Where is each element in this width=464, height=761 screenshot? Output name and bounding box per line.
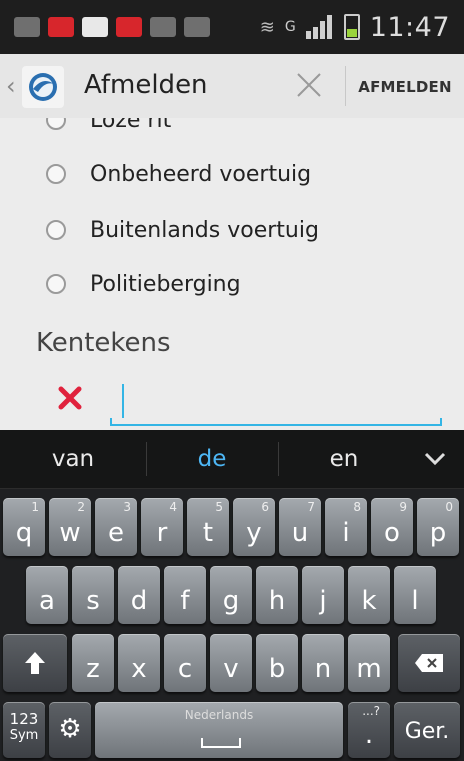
shift-key[interactable]: [3, 634, 67, 692]
option-label: Politieberging: [90, 271, 241, 297]
signal-icon: [305, 15, 334, 39]
key-d[interactable]: d: [118, 566, 160, 624]
key-v[interactable]: v: [210, 634, 252, 692]
status-bar: ≋ G 11:47: [0, 0, 464, 54]
key-q[interactable]: 1q: [3, 498, 45, 556]
key-p[interactable]: 0p: [417, 498, 459, 556]
suggestion-de[interactable]: de: [147, 430, 277, 488]
space-key[interactable]: Nederlands: [95, 702, 343, 758]
key-o[interactable]: 9o: [371, 498, 413, 556]
suggestion-bar: van de en: [0, 430, 464, 489]
keyboard-notification-icon: [14, 17, 40, 37]
action-divider: [345, 66, 346, 106]
page-title: Afmelden: [84, 70, 208, 100]
kentekens-label: Kentekens: [36, 328, 171, 358]
option-row[interactable]: Loze rit: [46, 118, 171, 140]
key-m[interactable]: m: [348, 634, 390, 692]
mail-notification-icon: [150, 17, 176, 37]
symbols-key[interactable]: 123 Sym: [3, 702, 45, 758]
clear-icon[interactable]: [56, 384, 84, 412]
option-row[interactable]: Buitenlands voertuig: [46, 210, 319, 250]
space-icon: [201, 738, 241, 748]
nfc-icon: ≋: [259, 16, 275, 38]
notification-icons: [14, 10, 210, 44]
battery-icon: [343, 14, 360, 40]
key-n[interactable]: n: [302, 634, 344, 692]
input-underline: [110, 424, 442, 426]
close-icon[interactable]: [290, 66, 328, 104]
back-caret-icon[interactable]: ‹: [6, 72, 16, 100]
input-underline-left: [110, 418, 112, 426]
settings-key[interactable]: ⚙: [49, 702, 91, 758]
text-cursor: [122, 384, 124, 418]
key-y[interactable]: 6y: [233, 498, 275, 556]
suggestion-van[interactable]: van: [0, 430, 146, 488]
shift-arrow-icon: [25, 652, 45, 674]
option-label: Onbeheerd voertuig: [90, 161, 312, 187]
key-c[interactable]: c: [164, 634, 206, 692]
calendar-notification-icon: [48, 17, 74, 37]
key-a[interactable]: a: [26, 566, 68, 624]
key-t[interactable]: 5t: [187, 498, 229, 556]
key-b[interactable]: b: [256, 634, 298, 692]
period-key[interactable]: ...? .: [348, 702, 390, 758]
key-x[interactable]: x: [118, 634, 160, 692]
backspace-icon: [415, 654, 443, 672]
option-row[interactable]: Politieberging: [46, 264, 241, 304]
radio-button[interactable]: [46, 274, 66, 294]
network-type-icon: G: [284, 19, 296, 35]
screen: ≋ G 11:47 ‹ Afmelden AFMELDEN Loze rit O…: [0, 0, 464, 761]
action-bar: ‹ Afmelden AFMELDEN: [0, 54, 464, 119]
key-e[interactable]: 3e: [95, 498, 137, 556]
collapse-suggestions-button[interactable]: [406, 430, 464, 488]
key-f[interactable]: f: [164, 566, 206, 624]
app-logo-icon[interactable]: [22, 66, 64, 108]
key-j[interactable]: j: [302, 566, 344, 624]
option-label: Buitenlands voertuig: [90, 217, 319, 243]
form-content: Loze rit Onbeheerd voertuig Buitenlands …: [0, 118, 464, 430]
key-z[interactable]: z: [72, 634, 114, 692]
key-s[interactable]: s: [72, 566, 114, 624]
key-k[interactable]: k: [348, 566, 390, 624]
soft-keyboard: van de en 1q 2w 3e 4r 5t 6y 7u 8i 9o 0p …: [0, 430, 464, 761]
key-h[interactable]: h: [256, 566, 298, 624]
suggestion-en[interactable]: en: [279, 430, 409, 488]
clock: 11:47: [369, 11, 450, 43]
enter-key[interactable]: Ger.: [394, 702, 460, 758]
chevron-down-icon: [424, 452, 446, 466]
option-label: Loze rit: [90, 118, 172, 133]
license-plate-input[interactable]: [110, 382, 442, 426]
afmelden-button[interactable]: AFMELDEN: [354, 78, 456, 96]
backspace-key[interactable]: [398, 634, 460, 692]
input-underline-right: [440, 418, 442, 426]
key-u[interactable]: 7u: [279, 498, 321, 556]
image-notification-icon: [82, 17, 108, 37]
key-i[interactable]: 8i: [325, 498, 367, 556]
status-right: ≋ G 11:47: [260, 10, 450, 44]
radio-button[interactable]: [46, 164, 66, 184]
key-l[interactable]: l: [394, 566, 436, 624]
android-notification-icon: [184, 17, 210, 37]
email-notification-icon: [116, 17, 142, 37]
option-row[interactable]: Onbeheerd voertuig: [46, 154, 311, 194]
radio-button[interactable]: [46, 118, 66, 130]
radio-button[interactable]: [46, 220, 66, 240]
key-r[interactable]: 4r: [141, 498, 183, 556]
key-g[interactable]: g: [210, 566, 252, 624]
gear-icon: ⚙: [58, 714, 82, 744]
key-w[interactable]: 2w: [49, 498, 91, 556]
